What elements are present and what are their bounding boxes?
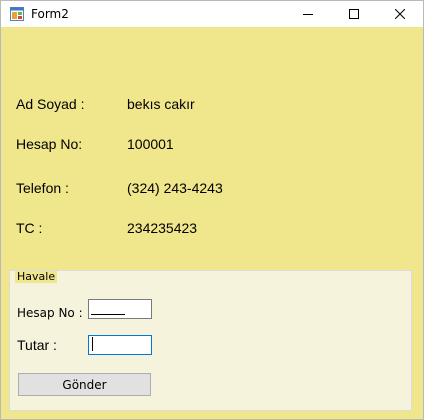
send-button[interactable]: Gönder [18, 373, 151, 396]
tc-value: 234235423 [127, 220, 198, 236]
account-value: 100001 [127, 136, 174, 152]
transfer-group-title: Havale [15, 270, 58, 283]
minimize-button[interactable] [285, 1, 331, 27]
amount-label: Tutar : [17, 337, 57, 353]
phone-label: Telefon : [16, 180, 69, 196]
maximize-button[interactable] [331, 1, 377, 27]
form2-window: Form2 Ad Soyad : bekıs cakır Hesap No: 1… [0, 0, 424, 420]
name-value: bekıs cakır [127, 96, 195, 112]
close-icon [395, 9, 405, 19]
text-caret [92, 337, 93, 351]
tc-label: TC : [16, 220, 43, 236]
close-button[interactable] [377, 1, 423, 27]
form-app-icon [10, 7, 24, 21]
transfer-account-label: Hesap No : [17, 306, 83, 320]
account-input-underscore [91, 314, 125, 315]
transfer-account-input[interactable] [88, 299, 152, 319]
window-title: Form2 [31, 7, 69, 21]
phone-value: (324) 243-4243 [127, 180, 223, 196]
amount-input[interactable] [88, 335, 152, 355]
maximize-icon [349, 9, 359, 19]
minimize-icon [303, 9, 313, 19]
account-label: Hesap No: [16, 136, 83, 152]
title-bar[interactable]: Form2 [1, 1, 423, 27]
name-label: Ad Soyad : [16, 96, 85, 112]
